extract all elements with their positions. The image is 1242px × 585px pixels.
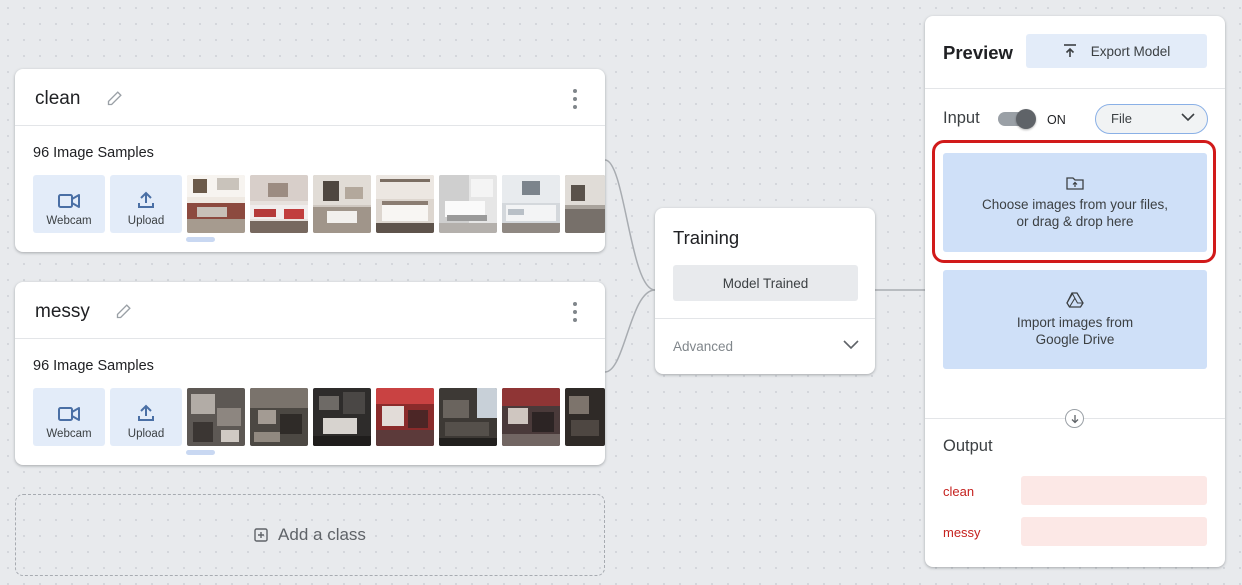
sample-thumbnail[interactable]: [313, 388, 371, 446]
sample-thumbnail[interactable]: [187, 388, 245, 446]
divider: [655, 318, 875, 319]
webcam-label: Webcam: [46, 215, 92, 227]
advanced-toggle-label[interactable]: Advanced: [673, 339, 733, 354]
class-card-messy: messy 96 Image Samples Webcam Upload: [15, 282, 605, 465]
samples-count: 96 Image Samples: [33, 145, 154, 161]
thumbnail-scroll-indicator[interactable]: [186, 450, 215, 455]
webcam-button[interactable]: Webcam: [33, 175, 105, 233]
divider: [925, 88, 1225, 89]
class-header: clean: [15, 69, 605, 126]
sample-thumbnail[interactable]: [376, 388, 434, 446]
chevron-down-icon[interactable]: [843, 340, 859, 350]
preview-title: Preview: [943, 42, 1013, 63]
sample-thumbnail[interactable]: [565, 388, 605, 446]
class-card-clean: clean 96 Image Samples Webcam Upload: [15, 69, 605, 252]
upload-label: Upload: [127, 215, 165, 227]
sample-thumbnail[interactable]: [250, 175, 308, 233]
upload-label: Upload: [127, 428, 165, 440]
highlight-outline: [932, 140, 1216, 263]
samples-count: 96 Image Samples: [33, 358, 154, 374]
upload-button[interactable]: Upload: [110, 388, 182, 446]
output-label: Output: [943, 437, 993, 455]
thumbnail-scroll-indicator[interactable]: [186, 237, 215, 242]
google-drive-icon: [1066, 291, 1084, 308]
drive-line2: Google Drive: [1035, 331, 1115, 347]
more-vert-icon[interactable]: [569, 302, 581, 322]
output-confidence-bar: [1021, 476, 1207, 505]
class-name[interactable]: clean: [35, 88, 80, 110]
webcam-label: Webcam: [46, 428, 92, 440]
add-box-icon: [254, 528, 268, 542]
export-label: Export Model: [1090, 43, 1171, 59]
source-select[interactable]: File: [1095, 104, 1208, 134]
training-card: Training Model Trained Advanced: [655, 208, 875, 374]
export-icon: [1063, 44, 1076, 57]
pencil-icon[interactable]: [115, 300, 135, 320]
arrow-down-circle-icon: [1065, 409, 1084, 428]
upload-icon: [138, 404, 154, 421]
export-model-button[interactable]: Export Model: [1026, 34, 1207, 68]
sample-thumbnail[interactable]: [502, 175, 560, 233]
more-vert-icon[interactable]: [569, 89, 581, 109]
upload-icon: [138, 191, 154, 208]
output-class-label: clean: [943, 484, 975, 499]
pencil-icon[interactable]: [106, 87, 126, 107]
sample-thumbnail[interactable]: [376, 175, 434, 233]
preview-panel: Preview Export Model Input ON File Choos…: [925, 16, 1225, 567]
add-class-button[interactable]: Add a class: [15, 494, 605, 576]
sample-thumbnail[interactable]: [250, 388, 308, 446]
sample-thumbnail[interactable]: [187, 175, 245, 233]
chevron-down-icon: [1181, 113, 1195, 122]
sample-thumbnail[interactable]: [502, 388, 560, 446]
model-trained-button[interactable]: Model Trained: [673, 265, 858, 301]
toggle-state-label: ON: [1047, 113, 1066, 127]
class-name[interactable]: messy: [35, 301, 90, 323]
input-label: Input: [943, 109, 980, 127]
class-header: messy: [15, 282, 605, 339]
webcam-button[interactable]: Webcam: [33, 388, 105, 446]
upload-button[interactable]: Upload: [110, 175, 182, 233]
drive-line1: Import images from: [1016, 314, 1134, 330]
sample-thumbnail[interactable]: [565, 175, 605, 233]
training-title: Training: [673, 227, 740, 248]
input-toggle[interactable]: [998, 109, 1036, 129]
webcam-icon: [58, 407, 80, 421]
sample-thumbnail[interactable]: [313, 175, 371, 233]
source-select-value: File: [1111, 111, 1132, 126]
add-class-label: Add a class: [278, 525, 366, 544]
sample-thumbnail[interactable]: [439, 175, 497, 233]
sample-thumbnail[interactable]: [439, 388, 497, 446]
google-drive-import[interactable]: Import images from Google Drive: [943, 270, 1207, 369]
webcam-icon: [58, 194, 80, 208]
output-confidence-bar: [1021, 517, 1207, 546]
output-class-label: messy: [943, 525, 981, 540]
